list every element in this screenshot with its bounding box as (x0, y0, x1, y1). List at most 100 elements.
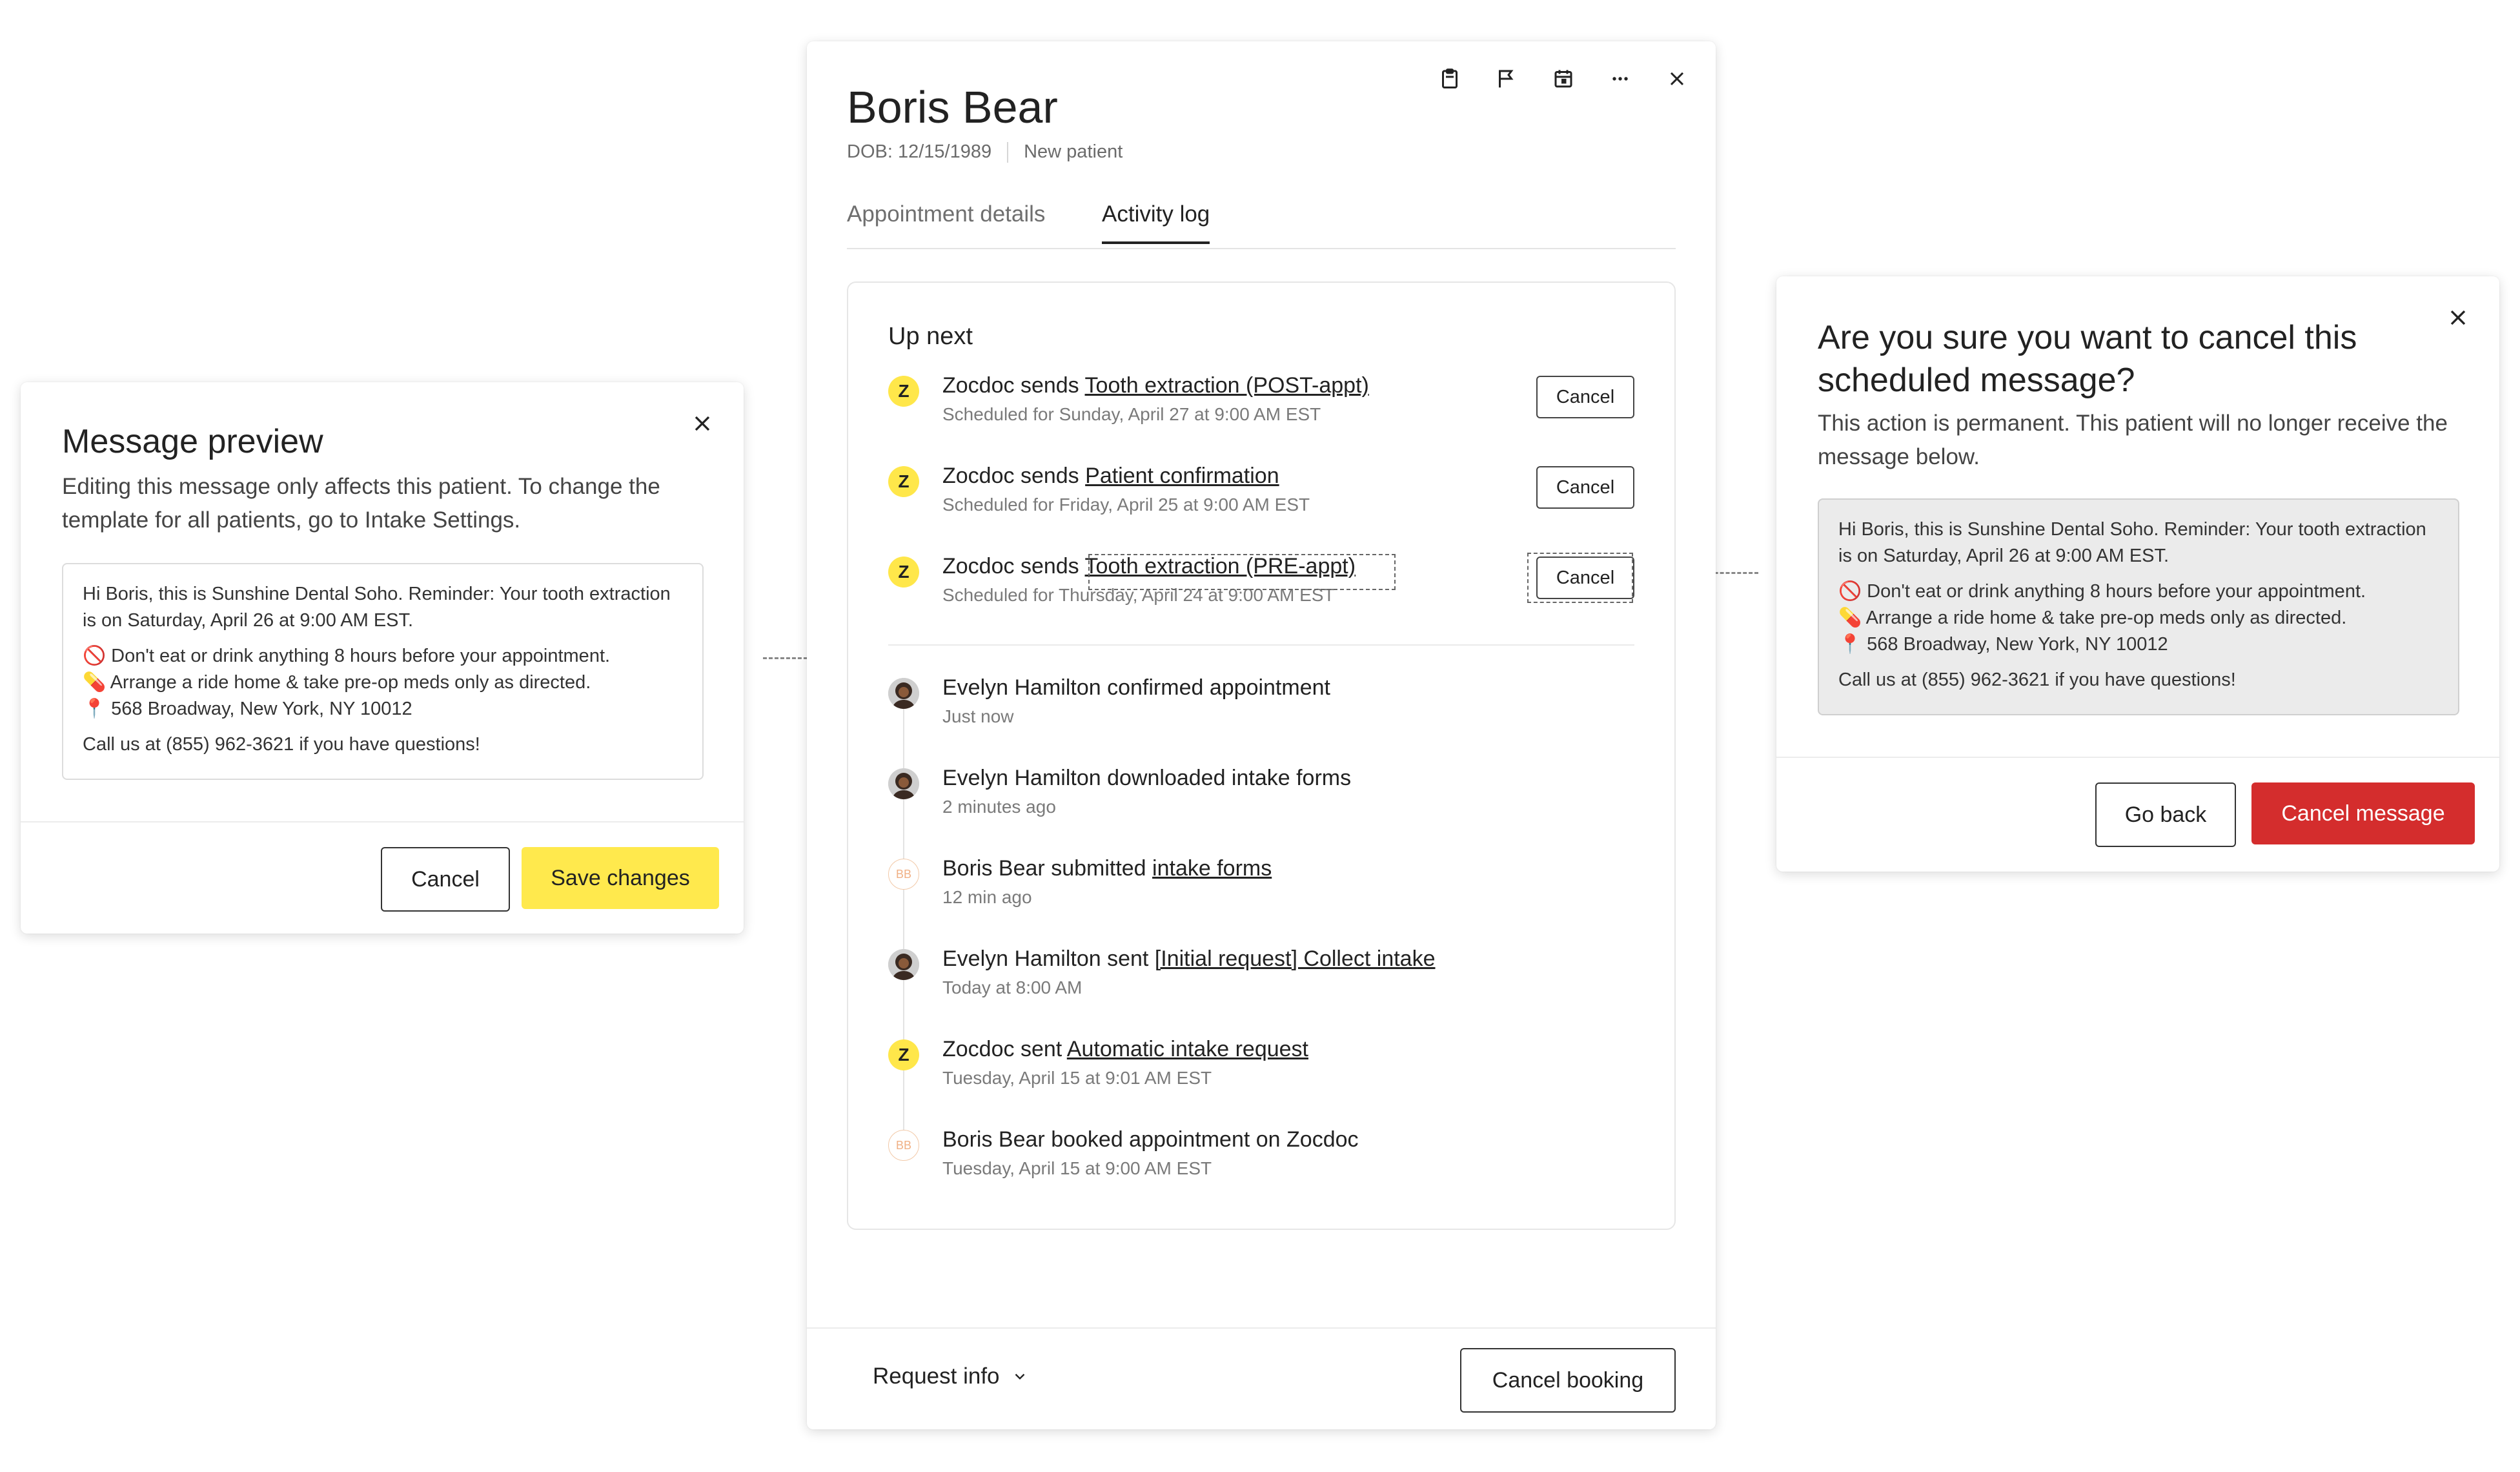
chevron-down-icon (1015, 1373, 1024, 1380)
zocdoc-icon: Z (888, 466, 919, 497)
message-line: 🚫 Don't eat or drink anything 8 hours be… (83, 646, 611, 666)
cancel-scheduled-button[interactable]: Cancel (1536, 466, 1634, 509)
action-verb: sends (1020, 464, 1079, 488)
patient-status: New patient (1024, 141, 1123, 162)
actor-name: Boris Bear (942, 856, 1045, 881)
log-text: booked appointment on Zocdoc (1051, 1127, 1359, 1152)
zocdoc-icon: Z (888, 376, 919, 407)
log-text: confirmed appointment (1107, 675, 1330, 700)
message-line: Hi Boris, this is Sunshine Dental Soho. … (83, 584, 671, 631)
up-next-item: Z Zocdoc sends Patient confirmation Sche… (888, 464, 1634, 528)
actor-name: Evelyn Hamilton (942, 766, 1101, 790)
patient-initials-avatar: BB (888, 859, 919, 890)
log-time: 12 min ago (942, 887, 1032, 907)
log-title: Boris Bear booked appointment on Zocdoc (942, 1127, 1359, 1152)
log-time: Today at 8:00 AM (942, 977, 1082, 997)
log-title: Evelyn Hamilton downloaded intake forms (942, 766, 1351, 791)
user-avatar (888, 678, 919, 709)
cancel-message-button[interactable]: Cancel message (2251, 782, 2475, 844)
log-time: Tuesday, April 15 at 9:01 AM EST (942, 1068, 1212, 1088)
log-text: sent (1020, 1037, 1062, 1061)
scheduled-time: Scheduled for Sunday, April 27 at 9:00 A… (942, 404, 1321, 424)
dialog-footer-divider (1776, 757, 2499, 758)
dialog-description: This action is permanent. This patient w… (1818, 411, 2448, 469)
message-line: Call us at (855) 962-3621 if you have qu… (83, 734, 480, 755)
actor-name: Evelyn Hamilton (942, 946, 1101, 971)
log-link[interactable]: [Initial request] Collect intake (1155, 946, 1436, 971)
close-icon[interactable] (689, 411, 715, 436)
actor-name: Zocdoc (942, 1037, 1015, 1061)
go-back-button[interactable]: Go back (2095, 782, 2236, 847)
patient-name: Boris Bear (847, 82, 1058, 132)
highlight-cancel-box (1527, 553, 1633, 603)
message-editor[interactable]: Hi Boris, this is Sunshine Dental Soho. … (62, 563, 704, 780)
message-line: 📍 568 Broadway, New York, NY 10012 (83, 699, 412, 719)
log-item: BB Boris Bear booked appointment on Zocd… (888, 1127, 1634, 1192)
cancel-button[interactable]: Cancel (381, 847, 510, 912)
meta-divider (1007, 141, 1009, 163)
close-icon[interactable] (2445, 305, 2471, 331)
log-item: Evelyn Hamilton sent [Initial request] C… (888, 946, 1634, 1011)
log-title: Zocdoc sent Automatic intake request (942, 1037, 1308, 1062)
request-info-label: Request info (873, 1364, 1000, 1389)
request-info-dropdown[interactable]: Request info (873, 1364, 1028, 1389)
log-time: Tuesday, April 15 at 9:00 AM EST (942, 1158, 1212, 1178)
actor-name: Evelyn Hamilton (942, 675, 1101, 700)
more-icon[interactable] (1607, 66, 1633, 92)
log-item: Evelyn Hamilton downloaded intake forms … (888, 766, 1634, 830)
activity-log-card: Up next Z Zocdoc sends Tooth extraction … (847, 281, 1676, 1230)
log-time: 2 minutes ago (942, 797, 1056, 817)
log-title: Boris Bear submitted intake forms (942, 856, 1272, 881)
clipboard-icon[interactable] (1437, 66, 1463, 92)
log-text: sent (1107, 946, 1149, 971)
message-link[interactable]: Tooth extraction (POST-appt) (1085, 373, 1369, 398)
log-title: Evelyn Hamilton sent [Initial request] C… (942, 946, 1436, 972)
log-item: BB Boris Bear submitted intake forms 12 … (888, 856, 1634, 921)
patient-panel: Boris Bear DOB: 12/15/1989 New patient A… (807, 41, 1716, 1429)
highlight-link-box (1088, 554, 1396, 590)
panel-toolbar (1437, 66, 1690, 92)
zocdoc-icon: Z (888, 557, 919, 588)
dialog-title: Are you sure you want to cancel this sch… (1818, 319, 2357, 399)
cancel-message-dialog: Are you sure you want to cancel this sch… (1776, 276, 2499, 872)
up-next-title: Zocdoc sends Patient confirmation (942, 464, 1279, 489)
cancel-booking-button[interactable]: Cancel booking (1460, 1348, 1676, 1413)
footer-divider (807, 1327, 1716, 1329)
message-line: 📍 568 Broadway, New York, NY 10012 (1838, 634, 2168, 655)
message-link[interactable]: Patient confirmation (1085, 464, 1279, 488)
patient-initials-avatar: BB (888, 1130, 919, 1161)
patient-dob: DOB: 12/15/1989 (847, 141, 992, 162)
scheduled-time: Scheduled for Friday, April 25 at 9:00 A… (942, 495, 1310, 515)
tab-appointment-details[interactable]: Appointment details (847, 201, 1045, 227)
actor-name: Zocdoc (942, 373, 1015, 398)
action-verb: sends (1020, 554, 1079, 578)
flag-icon[interactable] (1494, 66, 1519, 92)
tab-activity-log[interactable]: Activity log (1102, 201, 1210, 244)
message-line: 💊 Arrange a ride home & take pre-op meds… (1838, 608, 2347, 628)
zocdoc-icon: Z (888, 1039, 919, 1070)
log-text: submitted (1051, 856, 1146, 881)
action-verb: sends (1020, 373, 1079, 398)
calendar-icon[interactable] (1550, 66, 1576, 92)
message-line: 💊 Arrange a ride home & take pre-op meds… (83, 672, 591, 693)
actor-name: Zocdoc (942, 554, 1015, 578)
up-next-title: Zocdoc sends Tooth extraction (POST-appt… (942, 373, 1369, 398)
log-title: Evelyn Hamilton confirmed appointment (942, 675, 1330, 700)
close-icon[interactable] (1664, 66, 1690, 92)
save-changes-button[interactable]: Save changes (522, 847, 719, 909)
log-link[interactable]: intake forms (1152, 856, 1272, 881)
message-line: Hi Boris, this is Sunshine Dental Soho. … (1838, 519, 2426, 566)
cancel-scheduled-button[interactable]: Cancel (1536, 376, 1634, 418)
log-link[interactable]: Automatic intake request (1067, 1037, 1308, 1061)
log-time: Just now (942, 706, 1014, 726)
up-next-heading: Up next (888, 323, 973, 350)
dialog-description: Editing this message only affects this p… (62, 474, 660, 533)
tab-bar: Appointment details Activity log (847, 196, 1676, 249)
message-preview-dialog: Message preview Editing this message onl… (21, 382, 744, 934)
user-avatar (888, 768, 919, 799)
message-line: 🚫 Don't eat or drink anything 8 hours be… (1838, 581, 2366, 602)
log-text: downloaded intake forms (1107, 766, 1352, 790)
dialog-title: Message preview (62, 423, 323, 460)
message-line: Call us at (855) 962-3621 if you have qu… (1838, 670, 2236, 690)
section-divider (888, 644, 1634, 646)
